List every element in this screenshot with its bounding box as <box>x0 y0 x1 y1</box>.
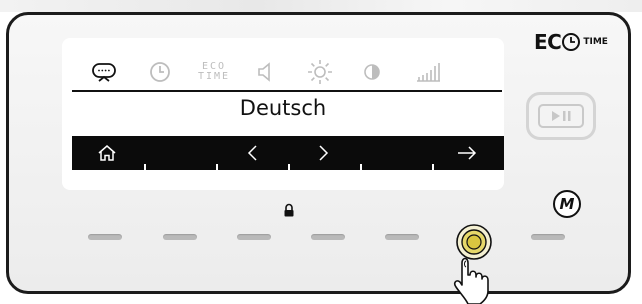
button-4-indicator[interactable] <box>311 234 345 240</box>
sun-icon <box>308 60 332 84</box>
button-divider <box>360 164 362 170</box>
clock-logo-icon <box>562 33 581 51</box>
button-divider <box>432 164 434 170</box>
clock-icon <box>150 62 170 82</box>
eco-time-logo: EC TIME <box>534 30 608 54</box>
chevron-right-icon <box>319 145 329 161</box>
previous-button[interactable] <box>228 136 278 170</box>
arrow-right-icon <box>458 146 477 160</box>
button-divider <box>216 164 218 170</box>
play-pause-button[interactable] <box>526 92 596 140</box>
play-pause-frame <box>538 104 584 128</box>
clock-menu-icon[interactable] <box>138 54 182 90</box>
button-divider <box>288 164 290 170</box>
button-3-indicator[interactable] <box>237 234 271 240</box>
button-1-indicator[interactable] <box>88 234 122 240</box>
chevron-left-icon <box>247 145 257 161</box>
signal-menu-icon[interactable] <box>406 54 450 90</box>
menu-selection-line <box>72 90 502 92</box>
language-menu-icon[interactable] <box>82 54 126 90</box>
lcd-display: ECO TIME Deutsch <box>62 38 504 190</box>
eco-logo-text: EC <box>534 30 562 54</box>
button-divider <box>144 164 146 170</box>
eco-time-label: ECO TIME <box>197 61 231 82</box>
home-icon <box>98 145 116 161</box>
top-background <box>0 0 642 12</box>
speaker-icon <box>258 62 270 82</box>
contrast-menu-icon[interactable] <box>350 54 394 90</box>
manual-button[interactable]: M <box>553 190 581 218</box>
eco-logo-suffix: TIME <box>583 37 608 47</box>
menu-icon-row: ECO TIME <box>82 54 502 90</box>
brightness-menu-icon[interactable] <box>298 54 342 90</box>
button-5-indicator[interactable] <box>385 234 419 240</box>
play-pause-icon <box>552 111 571 121</box>
contrast-icon <box>364 64 380 80</box>
volume-menu-icon[interactable] <box>244 54 288 90</box>
enter-button[interactable] <box>442 136 492 170</box>
eco-time-menu-icon[interactable]: ECO TIME <box>192 54 236 90</box>
lock-icon <box>284 203 294 217</box>
signal-bars-icon <box>417 63 440 82</box>
speech-bubble-icon <box>92 63 116 82</box>
language-value: Deutsch <box>239 96 327 120</box>
button-2-indicator[interactable] <box>163 234 197 240</box>
manual-letter: M <box>559 195 575 213</box>
next-button[interactable] <box>298 136 348 170</box>
button-7-indicator[interactable] <box>531 234 565 240</box>
home-button[interactable] <box>82 136 132 170</box>
pointing-hand-icon <box>453 257 489 304</box>
navigation-bar <box>72 136 504 170</box>
